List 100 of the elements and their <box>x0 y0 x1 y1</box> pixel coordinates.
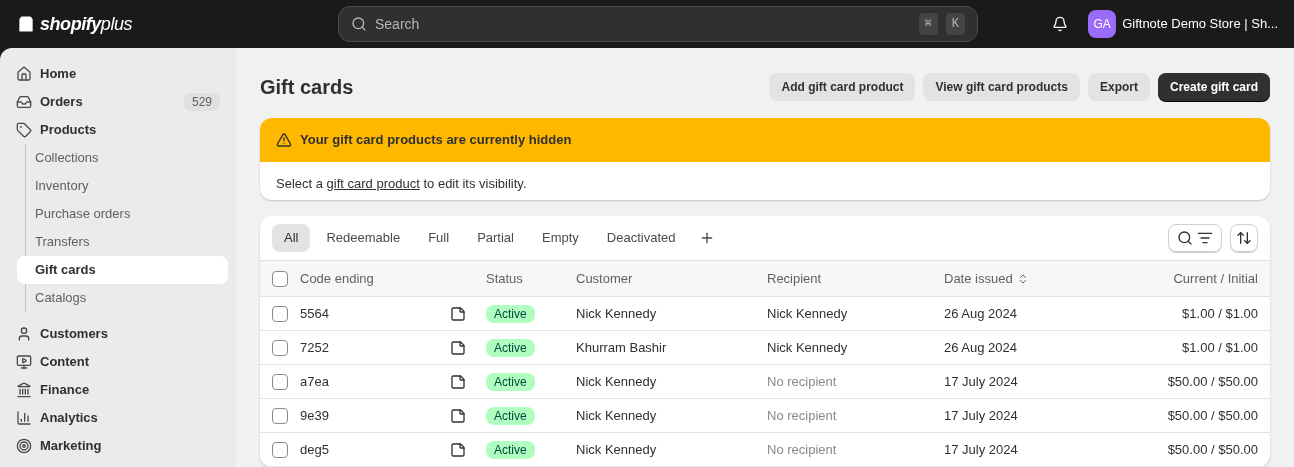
filter-tab[interactable]: Empty <box>530 224 591 252</box>
note-icon <box>450 408 466 425</box>
row-checkbox[interactable] <box>272 270 288 287</box>
banner-title: Your gift card products are currently hidden <box>300 131 572 150</box>
sidebar-subitem[interactable]: Purchase orders <box>17 200 228 228</box>
table-cell: $1.00 / $1.00 <box>1094 330 1270 365</box>
note-icon <box>450 340 466 357</box>
nav-icon <box>16 66 32 82</box>
table-cell: Nick Kennedy <box>576 296 767 331</box>
table-cell: No recipient <box>767 432 944 467</box>
filter-tab[interactable]: Full <box>416 224 462 252</box>
note-icon <box>450 442 466 459</box>
store-avatar[interactable]: GA <box>1088 10 1117 38</box>
filter-tab[interactable]: Partial <box>465 224 526 252</box>
column-header: Customer <box>576 260 767 297</box>
table-cell: 9e39 <box>292 398 402 433</box>
sidebar-item[interactable]: Analytics <box>8 404 228 432</box>
logo-wordmark: shopifyplus <box>40 12 133 36</box>
sidebar-item[interactable]: Customers <box>8 320 228 348</box>
table-cell: No recipient <box>767 364 944 399</box>
banner-text: Select a gift card product to edit its visibility. <box>275 173 528 196</box>
sidebar-subitem[interactable]: Gift cards <box>17 256 228 284</box>
filter-icon <box>1197 230 1213 246</box>
warning-icon <box>276 132 292 148</box>
nav-icon <box>16 122 32 138</box>
column-header: Status <box>486 260 576 297</box>
table-cell: Nick Kennedy <box>576 398 767 433</box>
nav-icon <box>16 94 32 110</box>
action-button[interactable]: Export <box>1087 73 1150 101</box>
sort-button[interactable] <box>1230 224 1258 252</box>
row-checkbox[interactable] <box>272 339 288 356</box>
table-cell: Khurram Bashir <box>576 330 767 365</box>
filter-tab[interactable]: All <box>272 224 311 252</box>
sidebar-item[interactable]: Marketing <box>8 432 228 460</box>
table-cell: Nick Kennedy <box>767 330 944 365</box>
sidebar-item[interactable]: Home <box>8 60 228 88</box>
table-cell: Nick Kennedy <box>576 432 767 467</box>
table-cell: a7ea <box>292 364 402 399</box>
page-title: Gift cards <box>260 75 355 100</box>
row-checkbox[interactable] <box>272 305 288 322</box>
sort-icon <box>1236 230 1252 246</box>
table-cell: Nick Kennedy <box>576 364 767 399</box>
action-button[interactable]: Create gift card <box>1157 73 1270 101</box>
row-checkbox[interactable] <box>272 407 288 424</box>
table-cell: deg5 <box>292 432 402 467</box>
shortcut-key: K <box>945 13 965 35</box>
sidebar-subitem[interactable]: Catalogs <box>17 284 228 312</box>
action-button[interactable]: Add gift card product <box>769 73 916 101</box>
column-header: Current / Initial <box>1094 260 1270 297</box>
shortcut-key: ⌘ <box>918 13 938 35</box>
table-cell: $1.00 / $1.00 <box>1094 296 1270 331</box>
column-header: Recipient <box>767 260 944 297</box>
nav-icon <box>16 354 32 370</box>
table-cell: 7252 <box>292 330 402 365</box>
table-cell: $50.00 / $50.00 <box>1094 432 1270 467</box>
table-cell: 17 July 2024 <box>944 432 1094 467</box>
table-cell: 26 Aug 2024 <box>944 296 1094 331</box>
search-icon <box>351 16 367 32</box>
table-cell: 17 July 2024 <box>944 364 1094 399</box>
row-checkbox[interactable] <box>272 441 288 458</box>
table-cell: $50.00 / $50.00 <box>1094 398 1270 433</box>
nav-icon <box>16 438 32 454</box>
sidebar-subitem[interactable]: Inventory <box>17 172 228 200</box>
nav-icon <box>16 410 32 426</box>
action-button[interactable]: View gift card products <box>923 73 1080 101</box>
note-icon <box>450 306 466 323</box>
status-badge: Active <box>486 372 535 391</box>
nav-icon <box>16 382 32 398</box>
search-input[interactable]: Search <box>375 13 911 35</box>
search-icon <box>1177 230 1193 246</box>
sidebar-item[interactable]: Products <box>8 116 228 144</box>
sidebar-item[interactable]: Content <box>8 348 228 376</box>
status-badge: Active <box>486 338 535 357</box>
filter-tab[interactable]: Redeemable <box>314 224 413 252</box>
status-badge: Active <box>486 406 535 425</box>
column-header[interactable]: Date issued <box>944 268 1029 289</box>
sidebar-subitem[interactable]: Transfers <box>17 228 228 256</box>
table-cell: 17 July 2024 <box>944 398 1094 433</box>
logo-bag-icon <box>16 14 36 34</box>
search-filter-button[interactable] <box>1168 224 1222 252</box>
sidebar-item[interactable]: Orders 529 <box>8 88 228 116</box>
notifications-icon[interactable] <box>1052 16 1069 32</box>
nav-icon <box>16 326 32 342</box>
status-badge: Active <box>486 440 535 459</box>
column-header: Code ending <box>292 260 402 297</box>
sidebar-subitem[interactable]: Collections <box>17 144 228 172</box>
table-cell: 5564 <box>292 296 402 331</box>
table-cell: Nick Kennedy <box>767 296 944 331</box>
gift-card-product-link[interactable]: gift card product <box>326 174 420 194</box>
store-name[interactable]: Giftnote Demo Store | Sh... <box>1122 14 1278 34</box>
status-badge: Active <box>486 304 535 323</box>
table-cell: $50.00 / $50.00 <box>1094 364 1270 399</box>
row-checkbox[interactable] <box>272 373 288 390</box>
note-icon <box>450 374 466 391</box>
count-badge: 529 <box>183 93 220 111</box>
search-bar[interactable]: Search ⌘ K <box>338 6 978 42</box>
table-cell: No recipient <box>767 398 944 433</box>
table-cell: 26 Aug 2024 <box>944 330 1094 365</box>
sidebar-item[interactable]: Finance <box>8 376 228 404</box>
filter-tab[interactable]: Deactivated <box>594 224 688 252</box>
